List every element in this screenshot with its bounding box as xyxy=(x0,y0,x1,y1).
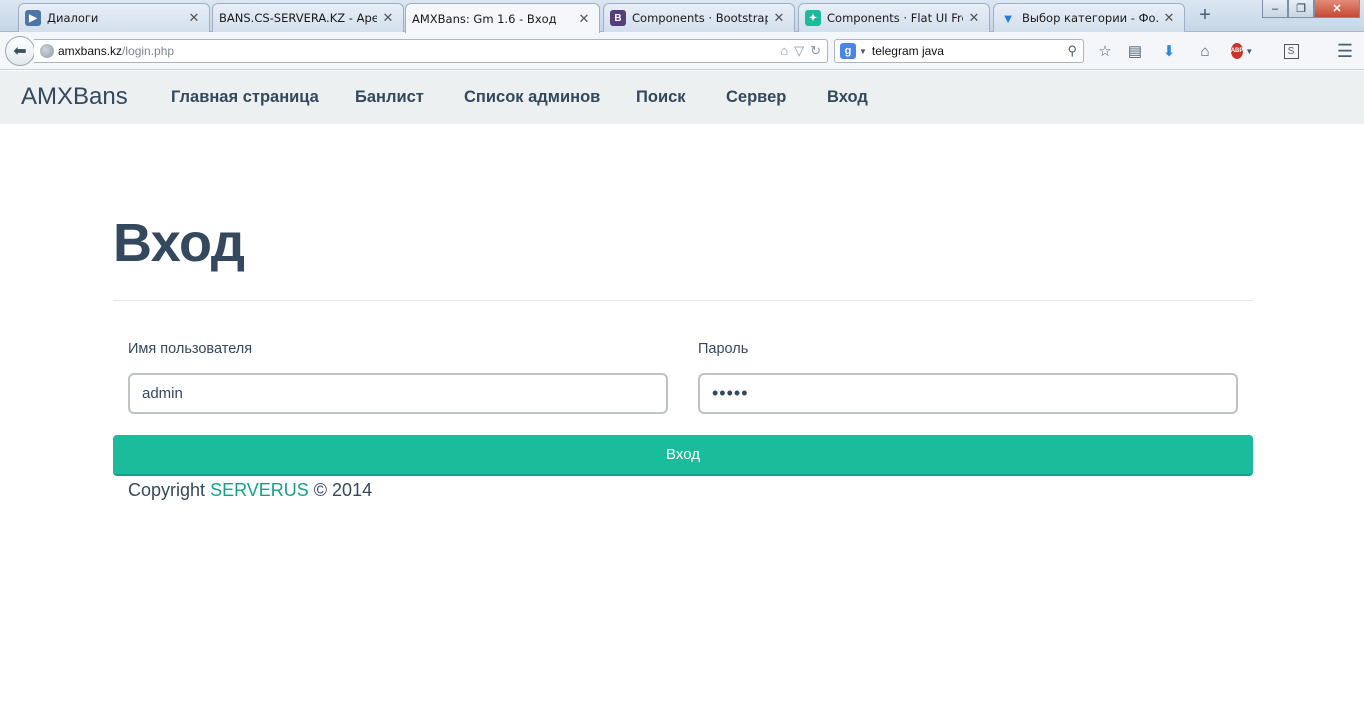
chevron-down-icon[interactable]: ▼ xyxy=(859,47,867,56)
divider xyxy=(113,300,1253,301)
site-home-icon[interactable]: ⌂ xyxy=(780,43,788,59)
flatui-icon: ✦ xyxy=(805,10,821,26)
close-icon[interactable]: ✕ xyxy=(967,10,981,26)
footer-serverus-link[interactable]: SERVERUS xyxy=(210,480,309,500)
reload-icon[interactable]: ↻ xyxy=(810,43,821,59)
search-icon[interactable]: ⚲ xyxy=(1067,43,1077,59)
extension-icon[interactable]: S xyxy=(1280,40,1302,62)
password-label: Пароль xyxy=(698,341,749,357)
nav-search[interactable]: Поиск xyxy=(636,88,686,107)
tab-title: BANS.CS-SERVERA.KZ - Ape... xyxy=(219,11,377,25)
maximize-button[interactable]: ❐ xyxy=(1288,0,1314,18)
search-input[interactable] xyxy=(871,44,1057,58)
adblock-icon[interactable]: ABP ▼ xyxy=(1230,40,1253,62)
url-host: amxbans.kz xyxy=(58,44,123,58)
minimize-button[interactable]: ‒ xyxy=(1262,0,1288,18)
page-title: Вход xyxy=(113,213,245,273)
download-icon[interactable]: ⬇ xyxy=(1158,40,1180,62)
site-brand[interactable]: AMXBans xyxy=(21,83,128,111)
tab-title: Components · Bootstrap xyxy=(632,11,768,25)
browser-navigation-bar: ⬅ amxbans.kz /login.php ⌂ ▽ ↻ g ▼ ⚲ ☆ ▤ … xyxy=(0,32,1364,70)
nav-banlist[interactable]: Банлист xyxy=(355,88,424,107)
google-icon[interactable]: g xyxy=(840,43,856,59)
tab-dialogs[interactable]: ▶ Диалоги ✕ xyxy=(18,3,210,32)
close-window-button[interactable]: ✕ xyxy=(1314,0,1360,18)
tab-title: Диалоги xyxy=(47,11,99,25)
login-submit-button[interactable]: Вход xyxy=(113,435,1253,476)
close-icon[interactable]: ✕ xyxy=(772,10,786,26)
tab-bans-cs-servera[interactable]: BANS.CS-SERVERA.KZ - Ape... ✕ xyxy=(212,3,404,32)
tab-category-select[interactable]: ▼ Выбор категории - Фо... ✕ xyxy=(993,3,1185,32)
footer-copyright: Copyright xyxy=(128,480,206,500)
new-tab-button[interactable]: + xyxy=(1194,5,1216,27)
footer-year: © 2014 xyxy=(313,480,373,500)
tab-title: AMXBans: Gm 1.6 - Вход xyxy=(412,11,557,26)
tab-flat-ui-components[interactable]: ✦ Components · Flat UI Free ✕ xyxy=(798,3,990,32)
close-icon[interactable]: ✕ xyxy=(577,11,591,27)
site-navbar: AMXBans Главная страница Банлист Список … xyxy=(0,71,1364,124)
back-button[interactable]: ⬅ xyxy=(5,36,35,66)
nav-admin-list[interactable]: Список админов xyxy=(464,88,600,107)
search-bar[interactable]: g ▼ ⚲ xyxy=(834,39,1084,63)
vk-icon: ▶ xyxy=(25,10,41,26)
globe-icon xyxy=(40,44,54,58)
password-input[interactable] xyxy=(698,373,1238,414)
address-bar-actions: ⌂ ▽ ↻ xyxy=(780,43,821,59)
tab-amxbans-login[interactable]: AMXBans: Gm 1.6 - Вход ✕ xyxy=(405,3,600,33)
home-icon[interactable]: ⌂ xyxy=(1194,40,1216,62)
bootstrap-icon: B xyxy=(610,10,626,26)
bookmarks-list-icon[interactable]: ▤ xyxy=(1124,40,1146,62)
arrow-left-icon: ⬅ xyxy=(13,43,27,60)
tab-title: Components · Flat UI Free xyxy=(827,11,963,25)
address-bar[interactable]: amxbans.kz /login.php ⌂ ▽ ↻ xyxy=(34,39,828,63)
nav-login[interactable]: Вход xyxy=(827,88,868,107)
close-icon[interactable]: ✕ xyxy=(381,10,395,26)
username-label: Имя пользователя xyxy=(128,341,253,357)
close-icon[interactable]: ✕ xyxy=(187,10,201,26)
menu-icon[interactable]: ☰ xyxy=(1334,40,1356,62)
tab-title: Выбор категории - Фо... xyxy=(1022,11,1158,25)
browser-tab-bar: ▶ Диалоги ✕ BANS.CS-SERVERA.KZ - Ape... … xyxy=(0,0,1364,33)
nav-server[interactable]: Сервер xyxy=(726,88,786,107)
close-icon[interactable]: ✕ xyxy=(1162,10,1176,26)
username-input[interactable] xyxy=(128,373,668,414)
url-path: /login.php xyxy=(122,44,175,58)
footer: Copyright SERVERUS © 2014 xyxy=(128,480,372,501)
dropdown-arrow-icon[interactable]: ▽ xyxy=(794,43,804,59)
nav-home[interactable]: Главная страница xyxy=(171,88,319,107)
forum-icon: ▼ xyxy=(1001,10,1015,26)
bookmark-star-icon[interactable]: ☆ xyxy=(1094,40,1116,62)
tab-bootstrap-components[interactable]: B Components · Bootstrap ✕ xyxy=(603,3,795,32)
